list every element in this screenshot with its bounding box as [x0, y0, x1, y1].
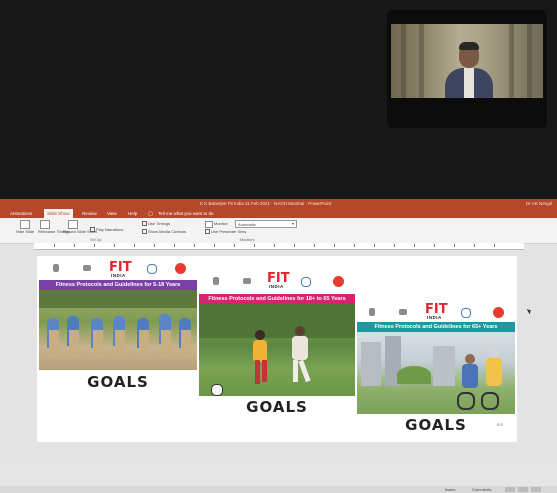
emblem-icon: [213, 277, 219, 285]
poster-logos: FIT INDIA: [357, 300, 515, 322]
media-controls-checkbox[interactable]: Show Media Controls: [142, 229, 187, 235]
goals-logo: GOALS: [405, 416, 467, 434]
poster-18-65-years: FIT INDIA Fitness Protocols and Guidelin…: [199, 268, 355, 420]
fit-india-sub: INDIA: [111, 273, 126, 278]
chevron-down-icon: ▾: [291, 221, 294, 226]
seal-logo-icon: [175, 263, 186, 274]
poster-logos: FIT INDIA: [199, 268, 355, 290]
fit-india-sub: INDIA: [427, 315, 442, 320]
goals-logo: GOALS: [87, 373, 149, 391]
who-logo-icon: [147, 264, 157, 274]
rehearse-icon: [40, 220, 50, 229]
ministry-logo-icon: [243, 278, 251, 284]
play-narrations-checkbox[interactable]: Play Narrations: [90, 227, 124, 233]
powerpoint-window: K K Banerjee Fit India 11 Feb 2021 · NAO…: [0, 199, 557, 493]
comments-button[interactable]: Comments: [472, 487, 491, 492]
poster-logos: FIT INDIA: [39, 258, 197, 280]
emblem-icon: [53, 264, 59, 272]
horizontal-ruler: [34, 243, 524, 250]
presenter-video: [391, 24, 543, 98]
play-narrations-label: Play Narrations: [96, 227, 124, 232]
poster-title-band: Fitness Protocols and Guidelines for 65+…: [357, 322, 515, 332]
who-logo-icon: [301, 277, 311, 287]
ribbon-tabs: Animations Slide Show Review View Help ◯…: [0, 209, 557, 218]
fit-india-sub: INDIA: [269, 284, 284, 289]
poster-65-plus-years: FIT INDIA Fitness Protocols and Guidelin…: [357, 300, 515, 440]
monitor-label: Monitor:: [214, 221, 229, 226]
poster-title-band: Fitness Protocols and Guidelines for 18+…: [199, 294, 355, 304]
presenter-avatar: [441, 42, 497, 98]
notes-button[interactable]: Notes: [445, 487, 455, 492]
ministry-logo-icon: [83, 265, 91, 271]
poster-photo-children: [39, 290, 197, 370]
normal-view-icon[interactable]: [505, 487, 515, 492]
seal-logo-icon: [493, 307, 504, 318]
use-timings-label: Use Timings: [148, 221, 171, 226]
slide-sorter-icon[interactable]: [518, 487, 528, 492]
media-controls-label: Show Media Controls: [148, 229, 187, 234]
tab-slide-show[interactable]: Slide Show: [44, 209, 73, 218]
monitors-group-label: Monitors: [240, 238, 255, 242]
reading-view-icon[interactable]: [531, 487, 541, 492]
who-logo-icon: [461, 308, 471, 318]
slide-canvas[interactable]: FIT INDIA Fitness Protocols and Guidelin…: [37, 256, 517, 442]
tab-review[interactable]: Review: [82, 211, 97, 216]
presenter-video-tile[interactable]: [387, 10, 547, 128]
slide-editing-area: FIT INDIA Fitness Protocols and Guidelin…: [0, 250, 557, 462]
poster-photo-seniors: [357, 332, 515, 414]
tab-help[interactable]: Help: [128, 211, 137, 216]
poster-5-18-years: FIT INDIA Fitness Protocols and Guidelin…: [39, 258, 197, 392]
hide-slide-icon: [20, 220, 30, 229]
hide-slide-button[interactable]: Hide Slide: [16, 229, 34, 234]
poster-photo-adults: [199, 304, 355, 396]
goals-logo: GOALS: [246, 398, 308, 416]
tab-animations[interactable]: Animations: [10, 211, 32, 216]
slide-page-number: 5.5: [497, 422, 503, 427]
monitor-select[interactable]: Automatic ▾: [235, 220, 297, 228]
lightbulb-icon: ◯: [148, 211, 154, 216]
window-title: K K Banerjee Fit India 11 Feb 2021 · NAO…: [200, 201, 332, 206]
seal-logo-icon: [333, 276, 344, 287]
status-bar: Notes Comments: [0, 486, 557, 493]
poster-title-band: Fitness Protocols and Guidelines for 5-1…: [39, 280, 197, 290]
presenter-view-checkbox[interactable]: Use Presenter View: [205, 229, 247, 235]
emblem-icon: [369, 308, 375, 316]
presenter-view-label: Use Presenter View: [211, 229, 247, 234]
record-icon: [68, 220, 78, 229]
setup-group-label: Set Up: [90, 238, 102, 242]
monitor-icon: [205, 221, 213, 228]
use-timings-checkbox[interactable]: Use Timings: [142, 221, 171, 227]
ministry-logo-icon: [399, 309, 407, 315]
tab-view[interactable]: View: [107, 211, 117, 216]
title-bar: K K Banerjee Fit India 11 Feb 2021 · NAO…: [0, 199, 557, 209]
ribbon-body: Hide Slide Rehearse Timings Record Slide…: [0, 218, 557, 244]
user-name[interactable]: Dr AK Nergul: [526, 201, 552, 206]
monitor-value: Automatic: [238, 221, 256, 227]
tell-me-box[interactable]: Tell me what you want to do: [158, 211, 214, 216]
